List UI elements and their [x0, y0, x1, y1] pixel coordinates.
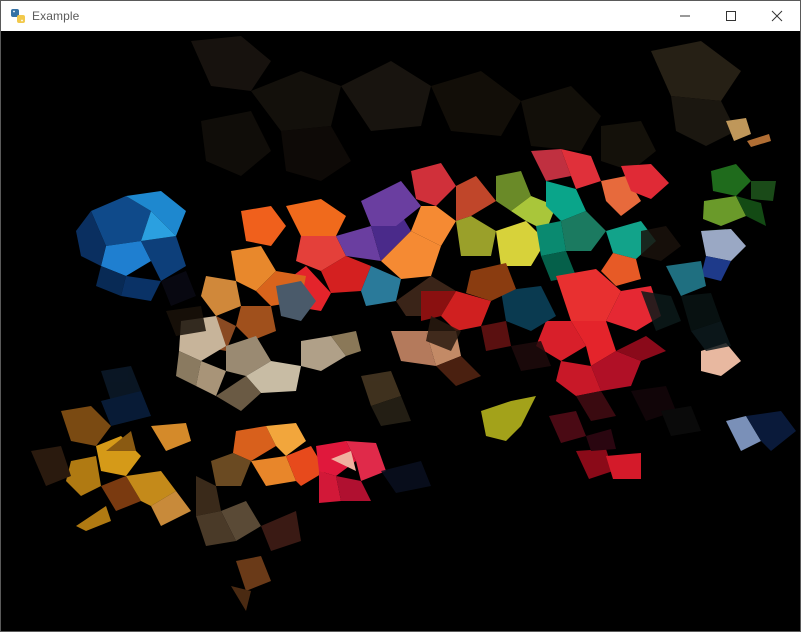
maximize-icon	[726, 11, 736, 21]
minimize-button[interactable]	[662, 1, 708, 31]
close-icon	[771, 10, 783, 22]
close-button[interactable]	[754, 1, 800, 31]
window-title: Example	[32, 9, 80, 23]
app-window: Example	[0, 0, 801, 632]
python-icon	[10, 8, 26, 24]
window-controls	[662, 1, 800, 31]
minimize-icon	[680, 15, 690, 17]
maximize-button[interactable]	[708, 1, 754, 31]
render-canvas[interactable]	[1, 31, 800, 631]
title-bar[interactable]: Example	[1, 1, 800, 31]
voronoi-mosaic	[31, 36, 796, 611]
